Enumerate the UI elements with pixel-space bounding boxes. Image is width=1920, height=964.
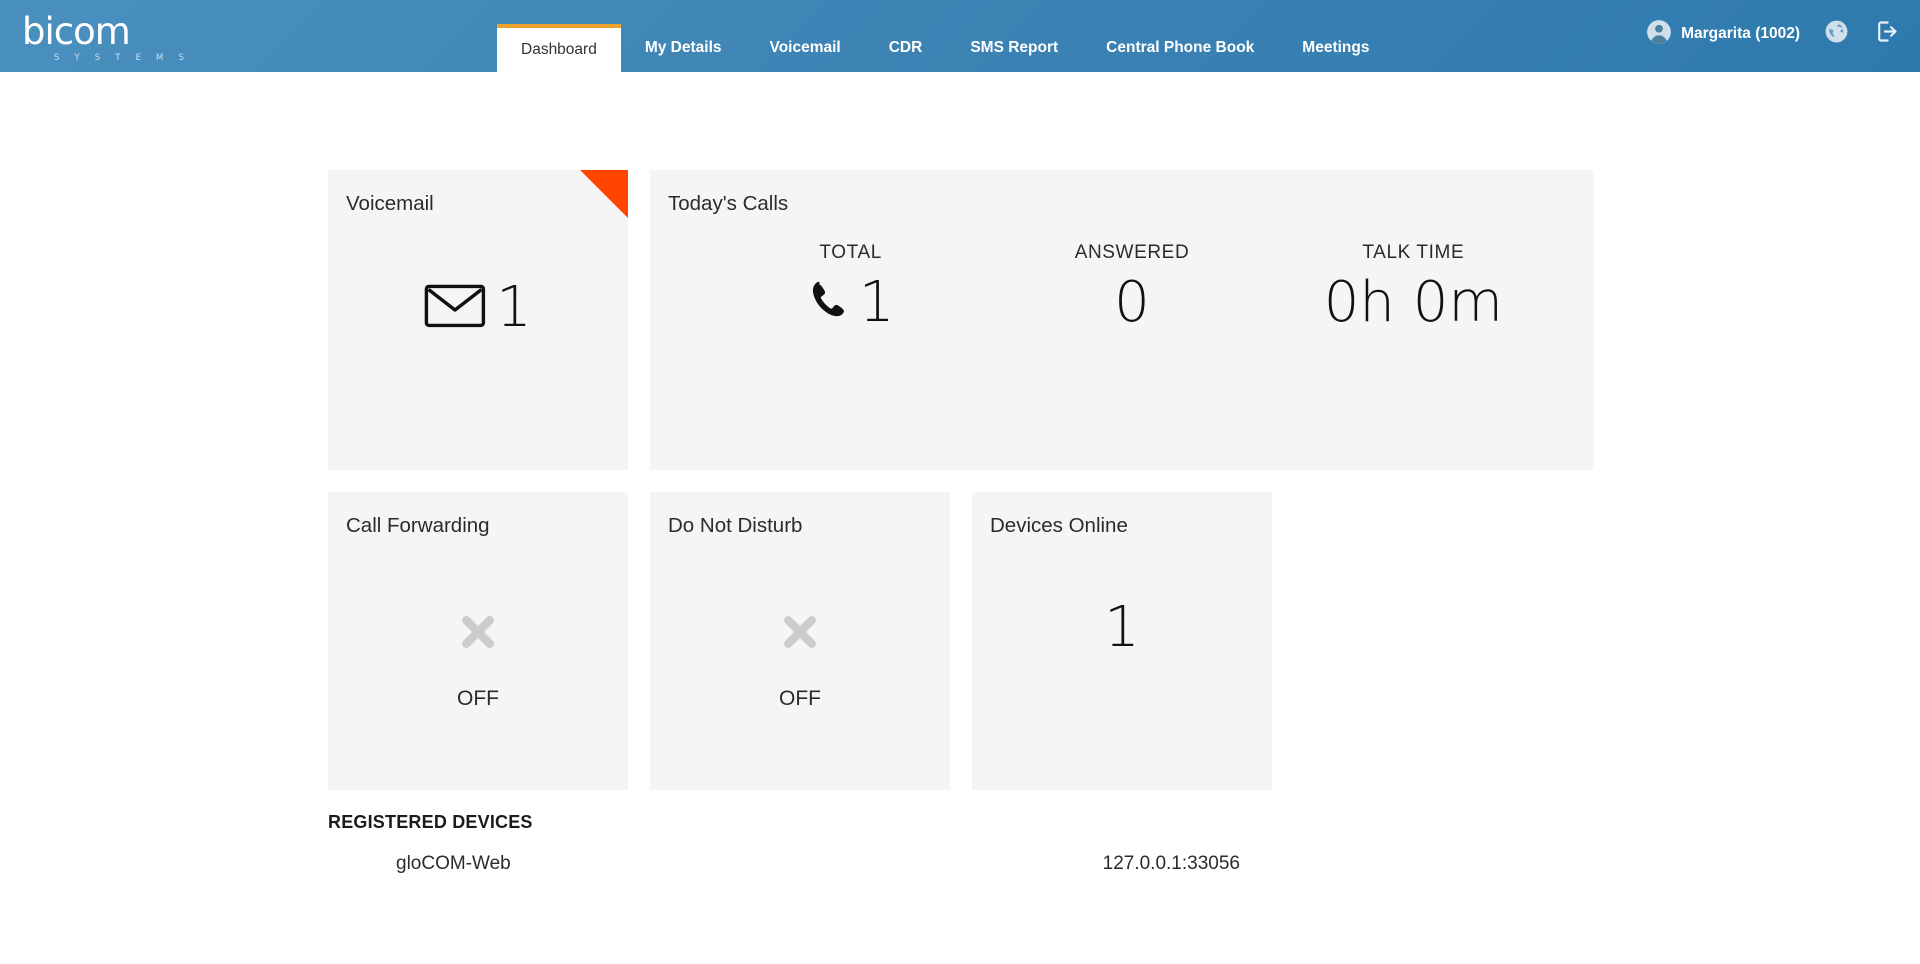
stat-total-value: 1: [858, 270, 895, 335]
stat-talk-time-value-group: 0h 0m: [1273, 270, 1554, 335]
todays-calls-stats: TOTAL 1 ANSWERED 0 TALK TIME 0h 0m: [710, 242, 1554, 333]
registered-devices-section: REGISTERED DEVICES gloCOM-Web 127.0.0.1:…: [328, 812, 1328, 875]
do-not-disturb-state-group: OFF: [650, 610, 950, 711]
tab-sms-report[interactable]: SMS Report: [946, 24, 1082, 72]
app-header: bicom S Y S T E M S Dashboard My Details…: [0, 0, 1920, 72]
do-not-disturb-state: OFF: [779, 687, 821, 710]
tab-dashboard[interactable]: Dashboard: [497, 24, 621, 72]
devices-online-count: 1: [1104, 595, 1140, 660]
card-devices-online[interactable]: Devices Online 1: [972, 492, 1272, 790]
brand-logo[interactable]: bicom S Y S T E M S: [22, 10, 192, 66]
stat-total-value-group: 1: [710, 270, 991, 335]
phone-icon: [807, 274, 851, 333]
user-avatar-icon: [1646, 19, 1672, 50]
stat-total-label: TOTAL: [819, 242, 882, 263]
card-devices-online-title: Devices Online: [990, 514, 1128, 537]
tab-voicemail[interactable]: Voicemail: [746, 24, 865, 72]
call-forwarding-state-group: OFF: [328, 610, 628, 711]
stat-answered-label: ANSWERED: [1074, 242, 1190, 263]
card-todays-calls-title: Today's Calls: [668, 192, 789, 215]
registered-device-address: 127.0.0.1:33056: [1102, 853, 1240, 874]
tab-cdr-label: CDR: [888, 39, 923, 56]
tab-voicemail-label: Voicemail: [769, 39, 841, 56]
registered-devices-title: REGISTERED DEVICES: [328, 812, 533, 832]
card-call-forwarding[interactable]: Call Forwarding OFF: [328, 492, 628, 790]
stat-talk-time-value: 0h 0m: [1323, 270, 1503, 335]
cross-icon: [778, 610, 822, 659]
card-todays-calls[interactable]: Today's Calls TOTAL 1 ANSWERED 0 TALK TI…: [650, 170, 1594, 470]
card-do-not-disturb[interactable]: Do Not Disturb OFF: [650, 492, 950, 790]
user-menu[interactable]: Margarita (1002): [1646, 19, 1800, 50]
tab-my-details[interactable]: My Details: [621, 24, 746, 72]
devices-online-count-group: 1: [972, 600, 1272, 656]
dashboard-main: Voicemail 1 Today's Calls TOTAL 1 ANSWER…: [0, 72, 1920, 964]
stat-answered-value-group: 0: [991, 270, 1272, 335]
tab-meetings[interactable]: Meetings: [1278, 24, 1393, 72]
card-do-not-disturb-title: Do Not Disturb: [668, 514, 803, 537]
voicemail-ribbon-marker: [580, 170, 628, 218]
tab-cdr[interactable]: CDR: [865, 24, 947, 72]
header-right-controls: Margarita (1002): [1646, 18, 1900, 50]
card-voicemail-title: Voicemail: [346, 192, 434, 215]
main-navigation: Dashboard My Details Voicemail CDR SMS R…: [497, 24, 1393, 72]
tab-my-details-label: My Details: [644, 39, 722, 56]
stat-talk-time-label: TALK TIME: [1362, 242, 1465, 263]
voicemail-count: 1: [496, 275, 532, 340]
logout-icon[interactable]: [1873, 18, 1900, 50]
tab-central-phone-book[interactable]: Central Phone Book: [1082, 24, 1278, 72]
tab-central-phone-book-label: Central Phone Book: [1106, 39, 1255, 56]
brand-logo-text: bicom: [22, 10, 131, 53]
stat-total: TOTAL 1: [710, 242, 991, 333]
voicemail-count-group: 1: [328, 280, 628, 336]
cross-icon: [456, 610, 500, 659]
envelope-icon: [424, 283, 486, 334]
globe-icon[interactable]: [1824, 19, 1849, 49]
card-voicemail[interactable]: Voicemail 1: [328, 170, 628, 470]
registered-device-name: gloCOM-Web: [396, 853, 511, 874]
brand-logo-subtext: S Y S T E M S: [54, 53, 191, 63]
table-row: gloCOM-Web 127.0.0.1:33056: [328, 853, 1328, 875]
user-name-label: Margarita (1002): [1681, 25, 1800, 42]
call-forwarding-state: OFF: [457, 687, 499, 710]
card-call-forwarding-title: Call Forwarding: [346, 514, 490, 537]
tab-meetings-label: Meetings: [1302, 39, 1370, 56]
tab-sms-report-label: SMS Report: [970, 39, 1059, 56]
stat-answered-value: 0: [1114, 270, 1150, 335]
tab-dashboard-label: Dashboard: [521, 41, 597, 58]
stat-talk-time: TALK TIME 0h 0m: [1273, 242, 1554, 333]
stat-answered: ANSWERED 0: [991, 242, 1272, 333]
